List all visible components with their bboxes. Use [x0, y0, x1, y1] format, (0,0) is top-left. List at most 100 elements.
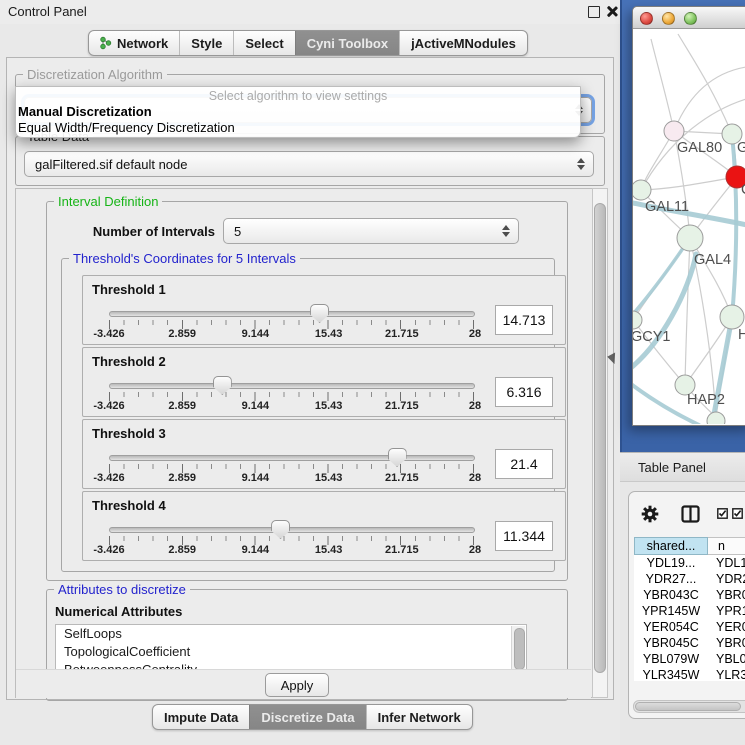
table-row[interactable]: YBR045CYBR0	[634, 635, 745, 651]
slider-tick-labels: -3.4262.8599.14415.4321.71528	[109, 400, 475, 413]
zoom-traffic-light-icon[interactable]	[684, 12, 697, 25]
checkbox-checked-icon[interactable]	[717, 508, 728, 519]
network-node-label: H	[738, 327, 745, 343]
algorithm-option-equal-width[interactable]: Equal Width/Frequency Discretization	[16, 120, 580, 136]
close-icon[interactable]	[606, 5, 618, 17]
tick-label: 28	[469, 472, 481, 484]
tick-label: -3.426	[93, 472, 124, 484]
control-panel-body: Discretization Algorithm Select algorith…	[6, 57, 614, 700]
cell-name: YLR3	[708, 667, 745, 681]
tab-network[interactable]: Network	[89, 31, 179, 55]
apply-bar: Apply	[16, 669, 591, 698]
network-node[interactable]	[633, 311, 642, 329]
network-node-label: GAL11	[645, 199, 689, 215]
algorithm-popup-placeholder: Select algorithm to view settings	[16, 87, 580, 104]
tick-label: 21.715	[385, 472, 419, 484]
main-vertical-scrollbar[interactable]	[592, 188, 608, 698]
threshold-value-field[interactable]: 11.344	[495, 521, 553, 551]
table-row[interactable]: YLR345WYLR3	[634, 667, 745, 681]
network-node[interactable]	[633, 180, 651, 200]
cell-name: YER0	[708, 619, 745, 635]
threshold-slider-track[interactable]	[109, 383, 475, 389]
node-table-rows: YDL19...YDL1YDR27...YDR2YBR043CYBR0YPR14…	[634, 555, 745, 681]
network-node-label: GA	[737, 140, 745, 156]
tab-label: Select	[245, 36, 283, 51]
slider-tick-labels: -3.4262.8599.14415.4321.71528	[109, 472, 475, 485]
discretization-algorithm-group-title: Discretization Algorithm	[23, 67, 167, 82]
threshold-slider-track[interactable]	[109, 455, 475, 461]
interval-definition-group: Interval Definition Number of Intervals …	[46, 201, 568, 581]
threshold-slider-track[interactable]	[109, 311, 475, 317]
gear-icon[interactable]	[641, 505, 659, 523]
network-node[interactable]	[707, 412, 725, 424]
column-header-name[interactable]: n	[708, 537, 745, 555]
tab-label: Discretize Data	[261, 710, 354, 725]
control-panel-titlebar: Control Panel	[0, 0, 620, 24]
tab-discretize-data[interactable]: Discretize Data	[249, 705, 365, 729]
split-columns-icon[interactable]	[681, 505, 700, 523]
tick-label: 2.859	[168, 400, 196, 412]
network-node-label: HAP2	[687, 392, 725, 408]
network-graph[interactable]: GAL80GACGAL11GAL4GCY1HHAP2	[633, 29, 745, 424]
column-header-shared-name[interactable]: shared...	[634, 537, 708, 555]
table-panel-title: Table Panel	[638, 460, 706, 475]
network-edge	[641, 177, 737, 190]
top-tab-bar: Network Style Select Cyni ToolboxjActiveMNo…	[88, 30, 528, 56]
threshold-slider-track[interactable]	[109, 527, 475, 533]
threshold-label: Threshold 2	[92, 354, 166, 369]
tab-label: Style	[191, 36, 222, 51]
algorithm-option-manual[interactable]: Manual Discretization	[16, 104, 580, 120]
network-icon	[100, 36, 112, 50]
table-data-selected-value: galFiltered.sif default node	[35, 157, 187, 172]
threshold-panel: Threshold 4 -3.4262.8599.14415.4321.7152…	[82, 491, 566, 561]
minimize-traffic-light-icon[interactable]	[662, 12, 675, 25]
combo-arrows-icon	[502, 225, 510, 237]
number-of-intervals-label: Number of Intervals	[75, 224, 215, 239]
tick-label: 9.144	[242, 472, 270, 484]
threshold-label: Threshold 1	[92, 282, 166, 297]
threshold-panel: Threshold 1 -3.4262.8599.14415.4321.7152…	[82, 275, 566, 345]
table-panel-header: Table Panel	[620, 452, 745, 482]
table-data-group: Table Data galFiltered.sif default node	[15, 136, 605, 186]
table-data-select[interactable]: galFiltered.sif default node	[24, 151, 594, 177]
tab-style[interactable]: Style	[179, 31, 233, 55]
tab-jactivemnodules[interactable]: jActiveMNodules	[399, 31, 527, 55]
float-window-icon[interactable]	[588, 6, 600, 18]
table-row[interactable]: YER054CYER0	[634, 619, 745, 635]
attributes-scrollbar[interactable]	[511, 626, 525, 672]
tab-infer-network[interactable]: Infer Network	[366, 705, 472, 729]
threshold-value-field[interactable]: 6.316	[495, 377, 553, 407]
network-node[interactable]	[720, 305, 744, 329]
node-table: shared... n YDL19...YDL1YDR27...YDR2YBR0…	[634, 537, 745, 681]
table-row[interactable]: YBR043CYBR0	[634, 587, 745, 603]
checkbox-checked-icon[interactable]	[732, 508, 743, 519]
network-node-label: C	[741, 182, 745, 198]
apply-button[interactable]: Apply	[265, 673, 329, 697]
tab-select[interactable]: Select	[233, 31, 294, 55]
threshold-value-field[interactable]: 14.713	[495, 305, 553, 335]
tick-label: 2.859	[168, 472, 196, 484]
table-row[interactable]: YDR27...YDR2	[634, 571, 745, 587]
table-horizontal-scrollbar[interactable]	[633, 700, 745, 713]
threshold-value-field[interactable]: 21.4	[495, 449, 553, 479]
threshold-panel: Threshold 3 -3.4262.8599.14415.4321.7152…	[82, 419, 566, 489]
close-traffic-light-icon[interactable]	[640, 12, 653, 25]
tick-label: 9.144	[242, 328, 270, 340]
tab-impute-data[interactable]: Impute Data	[153, 705, 249, 729]
table-row[interactable]: YDL19...YDL1	[634, 555, 745, 571]
table-row[interactable]: YPR145WYPR1	[634, 603, 745, 619]
tab-cyni-toolbox[interactable]: Cyni Toolbox	[295, 31, 399, 55]
bottom-tab-bar: Impute Data Discretize Data Infer Network	[152, 704, 473, 730]
network-canvas[interactable]: GAL80GACGAL11GAL4GCY1HHAP2	[633, 29, 745, 424]
network-node[interactable]	[664, 121, 684, 141]
number-of-intervals-select[interactable]: 5	[223, 218, 519, 244]
numerical-attributes-list[interactable]: SelfLoopsTopologicalCoefficientBetweenne…	[55, 624, 527, 674]
tick-label: 28	[469, 328, 481, 340]
table-row[interactable]: YBL079WYBL0	[634, 651, 745, 667]
tick-label: -3.426	[93, 328, 124, 340]
attribute-list-item[interactable]: TopologicalCoefficient	[56, 643, 526, 661]
attribute-list-item[interactable]: SelfLoops	[56, 625, 526, 643]
tick-label: 21.715	[385, 328, 419, 340]
network-node[interactable]	[677, 225, 703, 251]
cell-shared-name: YBR045C	[634, 635, 708, 651]
